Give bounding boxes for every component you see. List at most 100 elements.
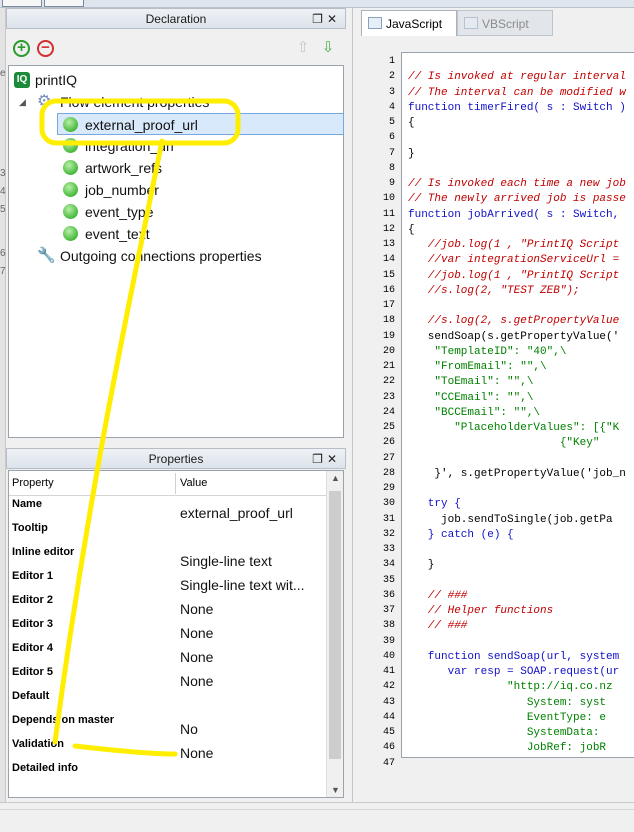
properties-scrollbar[interactable]: ▲ ▼ <box>326 471 343 797</box>
status-line <box>0 809 634 827</box>
property-name: Editor 1 <box>12 570 53 582</box>
line-number: 30 <box>382 498 395 510</box>
code-text: System: syst <box>408 696 607 709</box>
close-icon[interactable]: ✕ <box>327 452 341 466</box>
line-number: 22 <box>382 376 395 388</box>
line-number: 10 <box>382 193 395 205</box>
property-row[interactable]: Detailed info <box>9 761 327 785</box>
declaration-panel: Declaration ❐✕ + − ⇧ ⇩ IQ printIQ ◢ ⚙ Fl… <box>6 8 346 440</box>
code-text: //s.log(2, "TEST ZEB"); <box>408 284 580 297</box>
tree-item-event-text[interactable]: event_text <box>9 223 343 245</box>
tree-node-label: Outgoing connections properties <box>60 248 262 264</box>
tree-item-artwork-refs[interactable]: artwork_refs <box>9 157 343 179</box>
tree-item-event-type[interactable]: event_type <box>9 201 343 223</box>
line-number: 26 <box>382 437 395 449</box>
tab-javascript[interactable]: JavaScript <box>361 10 457 36</box>
tab-label: VBScript <box>482 17 529 31</box>
move-down-icon[interactable]: ⇩ <box>319 39 337 57</box>
property-row[interactable]: Validation None <box>9 737 327 761</box>
restore-icon[interactable]: ❐ <box>312 452 327 466</box>
code-text: function timerFired( s : Switch ) <box>408 101 626 114</box>
tab-vbscript[interactable]: VBScript <box>457 10 553 36</box>
property-name: Default <box>12 690 50 702</box>
code-text: function jobArrived( s : Switch, <box>408 208 626 221</box>
property-row[interactable]: Inline editor Single-line text <box>9 545 327 569</box>
property-value[interactable]: external_proof_url <box>180 504 326 522</box>
column-divider[interactable] <box>175 473 176 494</box>
tree-item-label: job_number <box>85 182 159 198</box>
column-header-property[interactable]: Property <box>12 471 54 496</box>
line-number: 45 <box>382 727 395 738</box>
tree-flow-element-properties[interactable]: ◢ ⚙ Flow element properties <box>9 91 343 113</box>
line-number: 18 <box>382 315 395 327</box>
add-property-button[interactable]: + <box>13 40 30 57</box>
property-row[interactable]: Default <box>9 689 327 713</box>
line-number: 17 <box>382 300 395 311</box>
property-row[interactable]: Editor 1 Single-line text wit... <box>9 569 327 593</box>
code-text: JobRef: jobR <box>408 742 607 755</box>
code-text: //var integrationServiceUrl = <box>408 254 620 267</box>
line-number: 12 <box>382 223 395 235</box>
line-number: 36 <box>382 589 395 601</box>
line-number: 11 <box>382 208 395 220</box>
remove-property-button[interactable]: − <box>37 40 54 57</box>
move-up-icon[interactable]: ⇧ <box>294 39 312 57</box>
code-text: job.sendToSingle(job.getPa <box>408 513 613 526</box>
code-text: //s.log(2, s.getPropertyValue <box>408 315 620 328</box>
top-toolbar-strip <box>0 0 634 8</box>
toolbar-tab[interactable] <box>2 0 42 7</box>
property-green-dot-icon <box>63 226 78 241</box>
restore-icon[interactable]: ❐ <box>312 12 327 26</box>
property-value[interactable]: Single-line text wit... <box>180 576 326 594</box>
code-text: { <box>408 223 415 236</box>
code-text: "http://iq.co.nz <box>408 681 613 694</box>
property-value[interactable]: No <box>180 720 326 738</box>
tree-root[interactable]: IQ printIQ <box>9 69 343 91</box>
declaration-tree: IQ printIQ ◢ ⚙ Flow element properties e… <box>8 65 344 438</box>
tree-item-job-number[interactable]: job_number <box>9 179 343 201</box>
property-value[interactable]: None <box>180 744 326 762</box>
property-value[interactable]: None <box>180 648 326 666</box>
property-name: Name <box>12 498 42 510</box>
property-row[interactable]: Name external_proof_url <box>9 497 327 521</box>
line-number: 25 <box>382 422 395 433</box>
panel-window-buttons: ❐✕ <box>312 451 341 467</box>
code-text: {"Key" <box>408 437 600 450</box>
tree-node-label: Flow element properties <box>60 94 210 110</box>
line-number: 3 <box>388 86 395 98</box>
property-value[interactable]: None <box>180 600 326 618</box>
property-value[interactable]: None <box>180 672 326 690</box>
property-row[interactable]: Tooltip <box>9 521 327 545</box>
tree-item-integration-url[interactable]: integration_url <box>9 135 343 157</box>
gutter-mark: 6 <box>0 248 6 259</box>
tree-item-label: event_text <box>85 226 150 242</box>
script-file-icon <box>464 17 478 29</box>
property-row[interactable]: Depends on master No <box>9 713 327 737</box>
tree-outgoing-connections[interactable]: 🔧 Outgoing connections properties <box>9 245 343 267</box>
gutter-mark: 3 <box>0 168 6 179</box>
column-header-value[interactable]: Value <box>180 471 207 496</box>
collapse-arrow-icon[interactable]: ◢ <box>19 91 26 113</box>
property-row[interactable]: Editor 2 None <box>9 593 327 617</box>
property-value[interactable]: Single-line text <box>180 552 326 570</box>
property-value[interactable]: None <box>180 624 326 642</box>
line-number: 29 <box>382 483 395 494</box>
line-number: 44 <box>382 711 395 723</box>
scrollbar-thumb[interactable] <box>329 491 341 759</box>
tree-item-external-proof-url[interactable]: external_proof_url <box>57 113 344 135</box>
scroll-up-arrow-icon[interactable]: ▲ <box>327 473 343 483</box>
line-number: 21 <box>382 361 395 372</box>
property-row[interactable]: Editor 4 None <box>9 641 327 665</box>
property-row[interactable]: Editor 5 None <box>9 665 327 689</box>
property-green-dot-icon <box>63 204 78 219</box>
code-area[interactable]: // Is invoked at regular interval // The … <box>401 52 634 758</box>
line-number: 7 <box>388 147 395 159</box>
close-icon[interactable]: ✕ <box>327 12 341 26</box>
gutter-mark: 7 <box>0 266 6 277</box>
property-row[interactable]: Editor 3 None <box>9 617 327 641</box>
scroll-down-arrow-icon[interactable]: ▼ <box>327 785 343 795</box>
toolbar-tab[interactable] <box>44 0 84 7</box>
code-text: //job.log(1 , "PrintIQ Script <box>408 269 620 282</box>
line-number: 42 <box>382 681 395 693</box>
line-number: 47 <box>382 757 395 769</box>
